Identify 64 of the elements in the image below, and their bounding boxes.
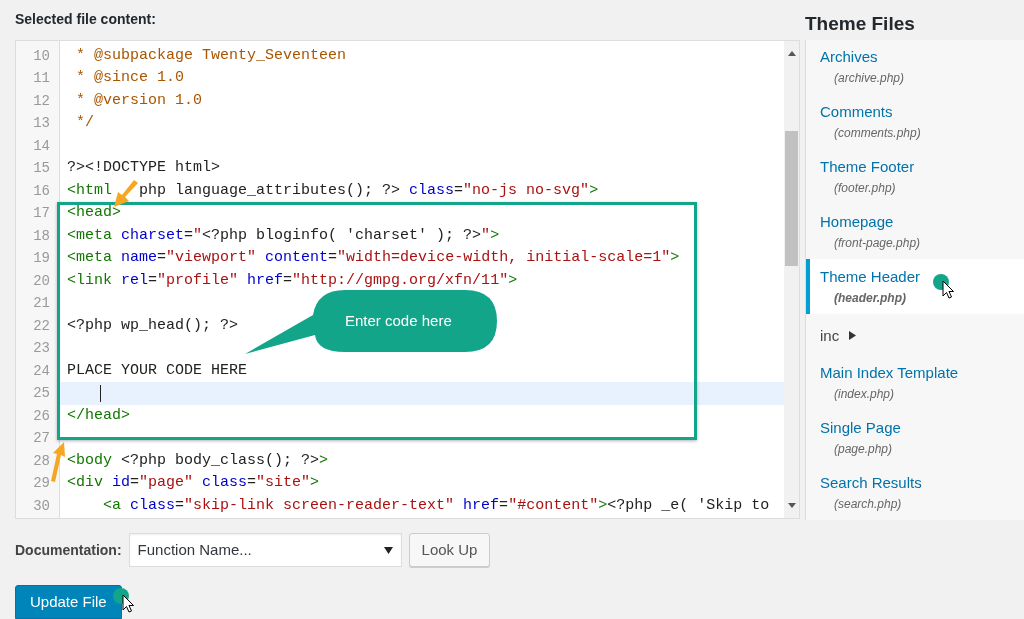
line-number: 25: [32, 384, 50, 404]
look-up-button[interactable]: Look Up: [408, 533, 491, 567]
expand-triangle-icon[interactable]: [849, 331, 857, 341]
scroll-down-icon[interactable]: [787, 503, 796, 508]
code-line: * @subpackage Twenty_Seventeen: [75, 45, 347, 66]
line-number: 12: [32, 91, 50, 111]
annotation-arrow: [114, 180, 138, 207]
code-line: php language_attributes(); ?> class="no-js no-svg">: [139, 180, 599, 201]
scroll-up-icon[interactable]: [787, 50, 796, 56]
theme-files-heading: Theme Files: [805, 13, 915, 34]
line-number: 29: [32, 474, 50, 494]
line-number: 13: [32, 114, 50, 134]
line-number: 16: [32, 181, 50, 201]
callout-text: Enter code here: [345, 311, 452, 331]
annotation-arrow: [51, 442, 65, 482]
code-line: PLACE YOUR CODE HERE: [67, 360, 248, 381]
code-line: * @version 1.0: [75, 90, 203, 111]
folder-item[interactable]: inc: [820, 324, 840, 348]
line-number: 14: [32, 136, 50, 156]
code-line: <div id="page" class="site">: [67, 473, 320, 494]
line-number: 24: [32, 361, 50, 381]
documentation-label: Documentation:: [15, 540, 122, 560]
editor-heading: Selected file content:: [15, 11, 156, 27]
file-item[interactable]: Homepage (front-page.php): [806, 204, 1024, 260]
scrollbar[interactable]: [784, 40, 799, 518]
code-editor[interactable]: [15, 39, 800, 519]
line-number: 15: [32, 159, 50, 179]
function-name-select[interactable]: Function Name...: [128, 533, 402, 567]
line-number: 10: [32, 46, 50, 66]
code-line: </head>: [67, 405, 130, 426]
update-file-button[interactable]: Update File: [15, 585, 122, 619]
line-number: 17: [32, 204, 50, 224]
line-number: 20: [32, 271, 50, 291]
code-line: <head>: [67, 203, 121, 224]
line-number: 27: [32, 429, 50, 449]
code-line: <html: [67, 180, 112, 201]
line-number: 11: [32, 69, 50, 89]
text-cursor: [100, 385, 101, 403]
code-line: <a class="skip-link screen-reader-text" href="#content"><?php _e( 'Skip to: [102, 495, 770, 516]
line-number: 30: [32, 496, 50, 516]
line-number: 21: [32, 294, 50, 314]
code-line: * @since 1.0: [75, 68, 185, 89]
line-number: 22: [32, 316, 50, 336]
line-number: 18: [32, 226, 50, 246]
line-number: 26: [32, 406, 50, 426]
selected-file-item[interactable]: Theme Header (header.php): [806, 259, 1024, 315]
code-line: */: [75, 113, 94, 134]
line-number: 19: [32, 249, 50, 269]
file-item[interactable]: Single Page (page.php): [806, 410, 1024, 466]
code-line: <?php wp_head(); ?>: [67, 315, 239, 336]
code-line: ?><!DOCTYPE html>: [67, 158, 221, 179]
code-line: <meta charset="<?php bloginfo( 'charset' ); ?>">: [67, 225, 500, 246]
code-line: <meta name="viewport" content="width=device-width, initial-scale=1">: [67, 248, 680, 269]
file-item[interactable]: Theme Footer (footer.php): [806, 149, 1024, 205]
code-line: <link rel="profile" href="http://gmpg.org/xfn/11">: [67, 270, 518, 291]
file-item[interactable]: Comments (comments.php): [806, 94, 1024, 150]
code-line: <body <?php body_class(); ?>>: [67, 450, 329, 471]
file-item[interactable]: Main Index Template (index.php): [806, 355, 1024, 411]
file-item[interactable]: Archives (archive.php): [806, 40, 1024, 95]
line-number: 23: [32, 339, 50, 359]
file-item[interactable]: Search Results (search.php): [806, 465, 1024, 520]
dropdown-caret-icon: [383, 546, 393, 554]
scrollbar-thumb[interactable]: [785, 130, 798, 266]
line-number: 28: [32, 451, 50, 471]
